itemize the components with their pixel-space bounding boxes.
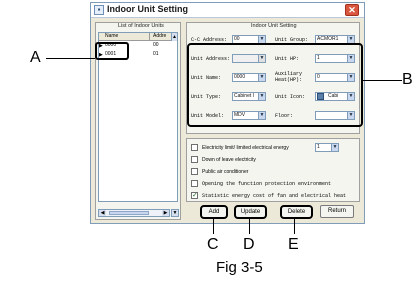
scroll-thumb[interactable] xyxy=(109,211,149,215)
callout-label-c: C xyxy=(207,236,219,253)
figure-caption: Fig 3-5 xyxy=(216,259,263,276)
callout-box-b xyxy=(187,43,363,127)
close-icon[interactable]: ✕ xyxy=(345,4,359,16)
callout-line-c xyxy=(213,218,214,234)
column-divider xyxy=(149,33,150,41)
title-bar: ▪ Indoor Unit Setting ✕ xyxy=(91,3,364,18)
column-header-address[interactable]: Addre xyxy=(153,33,166,40)
callout-line-d xyxy=(249,218,250,234)
scroll-left-icon[interactable]: ◀ xyxy=(99,210,106,216)
option-label: Down of leave electricity xyxy=(202,157,256,163)
delete-button[interactable]: Delete xyxy=(280,205,313,219)
units-list-header: Name Addre ▲ xyxy=(99,33,177,41)
option-checkbox[interactable] xyxy=(191,144,198,151)
horizontal-scrollbar[interactable]: ◀ ▶ xyxy=(98,209,170,217)
row-address: 00 xyxy=(153,42,159,48)
option-label: Public air conditioner xyxy=(202,169,249,175)
add-button[interactable]: Add xyxy=(200,205,228,219)
option-label: Opening the function protection environm… xyxy=(202,181,332,187)
units-list-caption: List of Indoor Units xyxy=(118,23,164,29)
window-title: Indoor Unit Setting xyxy=(107,4,188,14)
cc-address-value: 00 xyxy=(234,36,240,42)
scroll-up-icon[interactable]: ▲ xyxy=(171,33,177,41)
callout-label-e: E xyxy=(288,236,299,253)
chevron-down-icon[interactable]: ▼ xyxy=(331,144,338,151)
callout-label-b: B xyxy=(402,71,413,88)
callout-line-e xyxy=(294,218,295,234)
energy-limit-select[interactable]: 1 ▼ xyxy=(315,143,339,152)
scroll-down-icon[interactable]: ▼ xyxy=(171,209,179,217)
window-menu-icon[interactable]: ▪ xyxy=(94,5,104,15)
callout-line-a xyxy=(46,58,95,59)
chevron-down-icon[interactable]: ▼ xyxy=(347,36,354,43)
option-checkbox[interactable] xyxy=(191,180,198,187)
option-label: Electricity limit/ limited electrical en… xyxy=(202,145,289,151)
option-checkbox[interactable] xyxy=(191,156,198,163)
option-checkbox-checked[interactable] xyxy=(191,191,198,199)
scroll-right-icon[interactable]: ▶ xyxy=(162,210,169,216)
energy-limit-value: 1 xyxy=(317,144,320,150)
return-button[interactable]: Return xyxy=(320,205,354,218)
unit-group-value: ACMOR1 xyxy=(317,36,339,42)
update-button[interactable]: Update xyxy=(234,205,267,219)
chevron-down-icon[interactable]: ▼ xyxy=(258,36,265,43)
row-address: 01 xyxy=(153,51,159,57)
unit-setting-caption: Indoor Unit Setting xyxy=(251,23,297,29)
callout-box-a xyxy=(95,42,129,60)
option-label: Statistic energy cost of fan and electri… xyxy=(202,193,347,199)
callout-line-b xyxy=(363,80,402,81)
option-checkbox[interactable] xyxy=(191,168,198,175)
options-panel: Electricity limit/ limited electrical en… xyxy=(186,138,360,202)
callout-label-d: D xyxy=(243,236,255,253)
column-header-name[interactable]: Name xyxy=(105,33,118,40)
callout-label-a: A xyxy=(30,49,41,66)
